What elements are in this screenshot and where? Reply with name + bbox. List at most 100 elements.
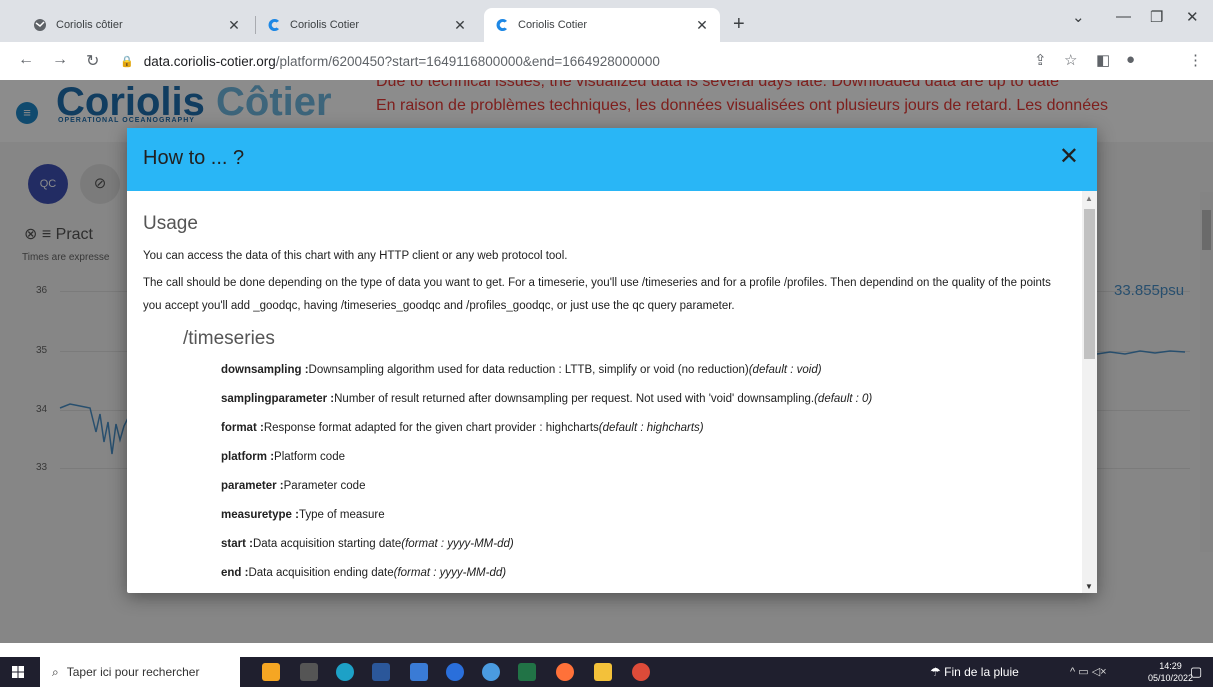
param-desc: Downsampling algorithm used for data red… (308, 364, 749, 376)
tab-search-icon[interactable]: ⌄ (1072, 8, 1085, 26)
param-note: (default : 0) (814, 393, 873, 405)
page-bottom (0, 643, 1213, 657)
close-window-icon[interactable]: ✕ (1186, 8, 1199, 26)
globe-icon (32, 17, 48, 33)
close-icon[interactable]: ✕ (1059, 142, 1079, 171)
browser-toolbar: ← → ↻ 🔒 data.coriolis-cotier.org /platfo… (0, 42, 1213, 80)
browser-tabstrip: Coriolis côtier ✕ Coriolis Cotier ✕ Cori… (0, 0, 1213, 42)
url-path: /platform/6200450?start=1649116800000&en… (275, 53, 660, 69)
search-placeholder: Taper ici pour rechercher (66, 665, 200, 679)
dialog-title: How to ... ? (143, 147, 245, 169)
clock[interactable]: 14:29 05/10/2022 (1148, 660, 1193, 684)
rain-icon: ☂ (930, 665, 941, 679)
notification-icon[interactable]: ▢ (1190, 664, 1202, 680)
web-page: ≡ Coriolis Côtier OPERATIONAL OCEANOGRAP… (0, 80, 1213, 643)
excel-icon[interactable] (518, 663, 536, 681)
param-desc: Data acquisition starting date (252, 538, 402, 550)
usage-paragraph-2: The call should be done depending on the… (143, 277, 1051, 312)
param-name: start : (221, 538, 253, 550)
clock-time: 14:29 (1159, 661, 1182, 671)
chevron-up-icon[interactable]: ^ (1070, 666, 1075, 678)
taskbar-search[interactable]: ⌕ Taper ici pour rechercher (40, 657, 240, 687)
app-icon[interactable] (410, 663, 428, 681)
scroll-down-icon[interactable]: ▼ (1085, 582, 1093, 591)
network-icon[interactable]: ▭ (1078, 666, 1088, 678)
param-name: downsampling : (221, 364, 309, 376)
param-name: platform : (221, 451, 275, 463)
close-tab-icon[interactable]: ✕ (694, 17, 710, 34)
firefox-icon[interactable] (556, 663, 574, 681)
param-row: start :Data acquisition starting date(fo… (221, 530, 1066, 559)
address-bar[interactable]: 🔒 data.coriolis-cotier.org /platform/620… (120, 48, 1010, 74)
param-row: end :Data acquisition ending date(format… (221, 559, 1066, 588)
param-row: parameter :Parameter code (221, 472, 1066, 501)
param-name: measuretype : (221, 509, 299, 521)
browser-tab-1[interactable]: Coriolis côtier ✕ (22, 8, 252, 42)
menu-icon[interactable]: ⋮ (1188, 51, 1203, 69)
new-tab-icon[interactable]: + (733, 14, 745, 34)
app-icon[interactable] (446, 663, 464, 681)
search-icon: ⌕ (52, 664, 59, 679)
tab-title: Coriolis Cotier (518, 19, 588, 31)
param-name: samplingparameter : (221, 393, 335, 405)
scroll-up-icon[interactable]: ▲ (1085, 194, 1093, 203)
minimize-icon[interactable]: — (1116, 8, 1131, 25)
param-desc: Number of result returned after downsamp… (334, 393, 815, 405)
param-note: (format : yyyy-MM-dd) (393, 567, 507, 579)
dialog-header: How to ... ? ✕ (127, 128, 1097, 191)
back-icon[interactable]: ← (18, 51, 34, 69)
tab-title: Coriolis côtier (56, 19, 123, 31)
param-name: format : (221, 422, 264, 434)
param-note: (default : void) (748, 364, 822, 376)
timeseries-heading: /timeseries (183, 328, 275, 349)
usage-heading: Usage (143, 213, 198, 234)
param-desc: Response format adapted for the given ch… (263, 422, 599, 434)
bookmark-star-icon[interactable]: ☆ (1064, 51, 1077, 69)
coriolis-favicon-icon (266, 17, 282, 33)
param-note: (format : yyyy-MM-dd) (401, 538, 514, 550)
param-row: measuretype :Type of measure (221, 501, 1066, 530)
close-tab-icon[interactable]: ✕ (452, 17, 468, 34)
news-widget-icon[interactable] (262, 663, 280, 681)
share-icon[interactable]: ⇪ (1034, 51, 1047, 69)
coriolis-favicon-icon (494, 17, 510, 33)
how-to-dialog: How to ... ? ✕ Usage You can access the … (127, 128, 1097, 593)
param-row: platform :Platform code (221, 443, 1066, 472)
param-desc: Platform code (274, 451, 345, 463)
task-view-icon[interactable] (300, 663, 318, 681)
app-icon[interactable] (482, 663, 500, 681)
browser-tab-3[interactable]: Coriolis Cotier ✕ (484, 8, 720, 42)
windows-taskbar: ⌕ Taper ici pour rechercher ☂ Fin de la … (0, 657, 1213, 687)
param-name: end : (221, 567, 249, 579)
file-explorer-icon[interactable] (594, 663, 612, 681)
word-icon[interactable] (372, 663, 390, 681)
scrollbar-thumb[interactable] (1084, 209, 1095, 359)
profile-icon[interactable]: ● (1126, 51, 1135, 68)
reload-icon[interactable]: ↻ (86, 51, 99, 71)
close-tab-icon[interactable]: ✕ (226, 17, 242, 34)
chrome-icon[interactable] (632, 663, 650, 681)
volume-icon[interactable]: ◁× (1092, 666, 1107, 678)
param-note: (default : highcharts) (598, 422, 704, 434)
dialog-body: Usage You can access the data of this ch… (127, 191, 1082, 593)
usage-paragraph-1: You can access the data of this chart wi… (143, 250, 568, 262)
edge-icon[interactable] (336, 663, 354, 681)
dialog-scrollbar[interactable]: ▲ ▼ (1082, 191, 1097, 593)
side-panel-icon[interactable]: ◧ (1096, 51, 1110, 69)
clock-date: 05/10/2022 (1148, 673, 1194, 683)
param-row: downsampling :Downsampling algorithm use… (221, 356, 1066, 385)
param-desc: Type of measure (298, 509, 385, 521)
lock-icon: 🔒 (120, 55, 134, 68)
system-tray[interactable]: ^ ▭ ◁× (1070, 665, 1107, 678)
browser-tab-2[interactable]: Coriolis Cotier ✕ (256, 8, 478, 42)
param-row: format :Response format adapted for the … (221, 414, 1066, 443)
weather-widget[interactable]: ☂ Fin de la pluie (930, 665, 1019, 679)
restore-icon[interactable]: ❐ (1150, 8, 1163, 26)
weather-text: Fin de la pluie (944, 665, 1019, 679)
param-row: samplingparameter :Number of result retu… (221, 385, 1066, 414)
param-desc: Parameter code (283, 480, 366, 492)
forward-icon[interactable]: → (52, 51, 68, 69)
param-desc: Data acquisition ending date (248, 567, 394, 579)
windows-start-icon[interactable] (12, 666, 24, 678)
param-name: parameter : (221, 480, 284, 492)
